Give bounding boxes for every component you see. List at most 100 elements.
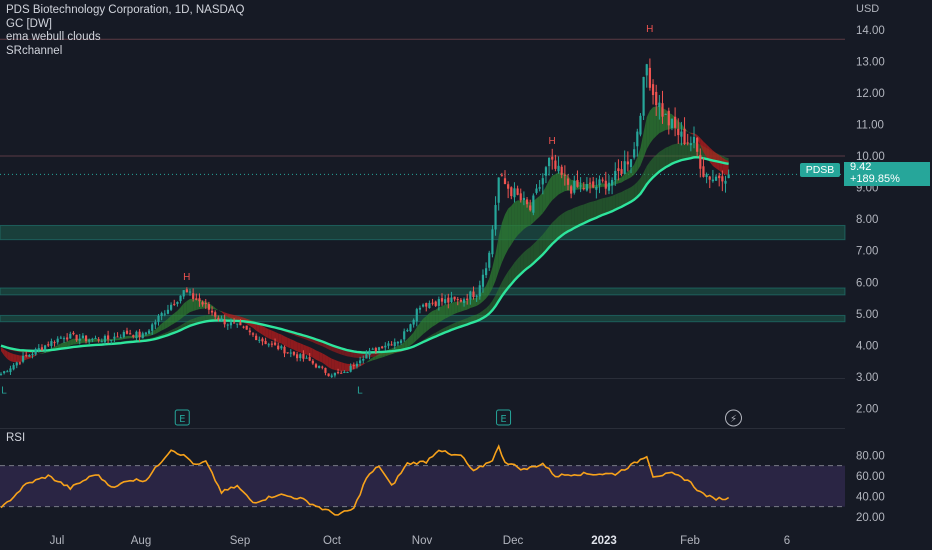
price-tick-label: 6.00 bbox=[856, 277, 878, 289]
indicator-ema-clouds[interactable]: ema webull clouds bbox=[6, 31, 244, 45]
candle-body bbox=[327, 373, 330, 377]
candle-body bbox=[718, 175, 721, 179]
ema-cloud-fast bbox=[322, 353, 326, 365]
ema-cloud-fast bbox=[366, 359, 370, 363]
ema-cloud-slow bbox=[608, 195, 613, 213]
symbol-title[interactable]: PDS Biotechnology Corporation, 1D, NASDA… bbox=[6, 4, 244, 18]
price-tick-label: 5.00 bbox=[856, 309, 878, 321]
ema-cloud-slow bbox=[564, 210, 568, 234]
candle-body bbox=[75, 334, 78, 341]
candle-body bbox=[629, 159, 633, 167]
candle-body bbox=[462, 299, 466, 303]
sr-channel-1 bbox=[0, 287, 846, 296]
ema-cloud-fast bbox=[505, 208, 509, 256]
candle-body bbox=[607, 182, 611, 191]
ema-cloud-fast bbox=[643, 117, 647, 158]
pane-separator bbox=[0, 428, 845, 429]
ema-cloud-fast bbox=[259, 324, 263, 335]
candle-body bbox=[497, 177, 500, 203]
candle-body bbox=[25, 354, 28, 356]
candle-body bbox=[245, 325, 248, 330]
ema-cloud-fast bbox=[634, 157, 638, 175]
candle-body bbox=[500, 174, 503, 176]
candle-body bbox=[680, 131, 683, 137]
rsi-pane-label[interactable]: RSI bbox=[6, 432, 25, 444]
candle-body bbox=[267, 344, 270, 346]
candle-body bbox=[21, 355, 25, 362]
ema-cloud-fast bbox=[221, 311, 225, 315]
candle-body bbox=[368, 350, 371, 356]
candle-body bbox=[579, 185, 582, 187]
candle-body bbox=[557, 165, 560, 172]
candle-body bbox=[204, 303, 207, 305]
ema-cloud-fast bbox=[552, 174, 556, 201]
ema-cloud-fast bbox=[290, 339, 294, 350]
candle-body bbox=[374, 348, 377, 352]
candle-body bbox=[510, 187, 513, 197]
candle-body bbox=[69, 333, 72, 339]
candle-body bbox=[308, 357, 311, 361]
candle-body bbox=[81, 335, 84, 339]
ema-cloud-fast bbox=[501, 214, 505, 263]
candle-body bbox=[390, 344, 393, 346]
candle-body bbox=[286, 352, 289, 354]
candle-body bbox=[154, 322, 157, 325]
candle-body bbox=[289, 352, 292, 354]
ema-cloud-fast bbox=[709, 147, 713, 166]
candle-body bbox=[522, 197, 525, 200]
candle-body bbox=[623, 161, 626, 174]
candle-body bbox=[655, 91, 658, 106]
ema-cloud-fast bbox=[177, 307, 181, 322]
pivot-label: L bbox=[357, 386, 363, 397]
ema-cloud-fast bbox=[312, 348, 316, 360]
candle-body bbox=[481, 274, 485, 287]
candle-body bbox=[601, 179, 604, 181]
event-marker-label: E bbox=[179, 414, 185, 425]
candle-body bbox=[59, 337, 62, 339]
ema-cloud-fast bbox=[183, 301, 187, 317]
ema-cloud-fast bbox=[117, 338, 121, 341]
price-tick-label: 7.00 bbox=[856, 246, 878, 258]
ema-cloud-slow bbox=[668, 144, 672, 166]
ema-cloud-fast bbox=[432, 309, 436, 327]
ema-cloud-fast bbox=[649, 107, 654, 144]
ema-cloud-fast bbox=[7, 351, 11, 362]
ema-cloud-fast bbox=[539, 191, 543, 217]
indicator-gc[interactable]: GC [DW] bbox=[6, 18, 244, 32]
ema-cloud-fast bbox=[555, 172, 559, 198]
chart-area[interactable]: H H H L L E E ⚡ USD 2.00 3.00 4.00 5.00 6.00 7.00 8.00 9… bbox=[0, 0, 932, 550]
candle-body bbox=[633, 149, 636, 158]
ema-cloud-slow bbox=[675, 143, 679, 163]
ema-cloud-slow bbox=[568, 209, 572, 232]
candle-body bbox=[53, 342, 56, 344]
ema-cloud-slow bbox=[561, 211, 565, 236]
candle-body bbox=[724, 180, 727, 184]
ema-cloud-fast bbox=[319, 351, 323, 363]
candle-body bbox=[362, 358, 365, 361]
ema-cloud-fast bbox=[328, 356, 332, 370]
indicator-srchannel[interactable]: SRchannel bbox=[6, 45, 244, 59]
ema-cloud-slow bbox=[583, 203, 587, 224]
candle-body bbox=[674, 116, 677, 128]
candle-body bbox=[18, 362, 21, 364]
candle-body bbox=[585, 184, 588, 191]
candle-body bbox=[28, 354, 31, 357]
price-tick-label: 2.00 bbox=[856, 404, 878, 416]
ema-cloud-fast bbox=[186, 298, 190, 315]
candle-body bbox=[494, 205, 497, 230]
candle-body bbox=[396, 341, 399, 344]
candle-body bbox=[97, 339, 100, 341]
candle-body bbox=[469, 291, 472, 300]
price-tick-label: 14.00 bbox=[856, 25, 885, 37]
candle-body bbox=[113, 336, 116, 339]
candle-body bbox=[173, 303, 176, 305]
candle-body bbox=[37, 348, 40, 350]
ema-cloud-fast bbox=[426, 313, 430, 332]
candle-body bbox=[264, 340, 267, 345]
candle-body bbox=[387, 343, 390, 346]
candle-body bbox=[40, 347, 44, 350]
candle-body bbox=[399, 340, 403, 343]
pivot-label: L bbox=[1, 386, 7, 397]
candle-body bbox=[475, 295, 478, 297]
ema-cloud-fast bbox=[640, 132, 644, 166]
